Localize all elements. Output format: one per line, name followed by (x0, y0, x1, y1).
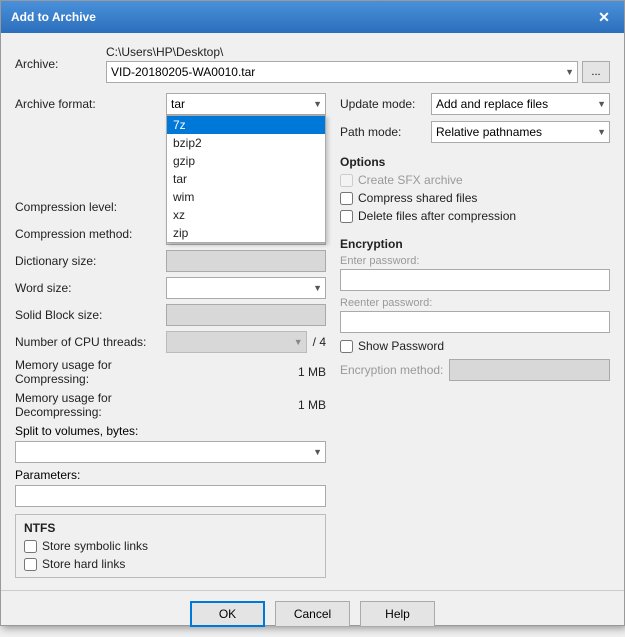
mem-compress-row: Memory usage for Compressing: 1 MB (15, 358, 326, 386)
compress-shared-row: Compress shared files (340, 191, 610, 205)
format-option-zip[interactable]: zip (167, 224, 325, 242)
compression-method-label: Compression method: (15, 227, 160, 241)
dialog-footer: OK Cancel Help (1, 590, 624, 637)
encryption-title: Encryption (340, 237, 610, 251)
format-option-gzip[interactable]: gzip (167, 152, 325, 170)
mem-compress-value: 1 MB (298, 365, 326, 379)
split-row: Split to volumes, bytes: (15, 424, 326, 463)
cpu-label: Number of CPU threads: (15, 335, 160, 349)
format-option-7z[interactable]: 7z (167, 116, 325, 134)
delete-after-checkbox[interactable] (340, 210, 353, 223)
archive-row: Archive: C:\Users\HP\Desktop\ VID-201802… (15, 45, 610, 83)
update-mode-row: Update mode: Add and replace files Updat… (340, 93, 610, 115)
path-mode-select[interactable]: Relative pathnames Absolute pathnames No… (431, 121, 610, 143)
solid-label: Solid Block size: (15, 308, 160, 322)
dict-size-disabled (166, 250, 326, 272)
format-option-wim[interactable]: wim (167, 188, 325, 206)
enc-method-row: Encryption method: (340, 359, 610, 381)
word-size-row: Word size: (15, 277, 326, 299)
left-panel: Archive format: tar 7z bzip2 gzip tar wi… (15, 93, 326, 578)
dialog-body: Archive: C:\Users\HP\Desktop\ VID-201802… (1, 33, 624, 590)
word-size-label: Word size: (15, 281, 160, 295)
sfx-label: Create SFX archive (358, 173, 463, 187)
dialog-container: Add to Archive ✕ Archive: C:\Users\HP\De… (0, 0, 625, 626)
compression-level-label: Compression level: (15, 200, 160, 214)
show-password-checkbox[interactable] (340, 340, 353, 353)
compress-shared-checkbox[interactable] (340, 192, 353, 205)
hard-links-checkbox[interactable] (24, 558, 37, 571)
sym-links-row: Store symbolic links (24, 539, 317, 553)
cpu-row: Number of CPU threads: / 4 (15, 331, 326, 353)
params-label: Parameters: (15, 468, 326, 482)
mem-decompress-row: Memory usage for Decompressing: 1 MB (15, 391, 326, 419)
split-label: Split to volumes, bytes: (15, 424, 326, 438)
sym-links-checkbox[interactable] (24, 540, 37, 553)
params-row: Parameters: (15, 468, 326, 507)
password-label: Enter password: (340, 255, 610, 267)
mem-decompress-value: 1 MB (298, 398, 326, 412)
encryption-section: Encryption Enter password: Reenter passw… (340, 237, 610, 381)
sym-links-label: Store symbolic links (42, 539, 148, 553)
mem-compress-label: Memory usage for Compressing: (15, 358, 160, 386)
solid-disabled (166, 304, 326, 326)
show-password-label: Show Password (358, 339, 444, 353)
cancel-button[interactable]: Cancel (275, 601, 350, 627)
show-password-row: Show Password (340, 339, 610, 353)
mem-decompress-label: Memory usage for Decompressing: (15, 391, 160, 419)
format-option-tar[interactable]: tar (167, 170, 325, 188)
ntfs-group: NTFS Store symbolic links Store hard lin… (15, 514, 326, 578)
format-select-container: tar 7z bzip2 gzip tar wim xz zip (166, 93, 326, 115)
delete-after-row: Delete files after compression (340, 209, 610, 223)
archive-path-line1: C:\Users\HP\Desktop\ (106, 45, 610, 59)
path-mode-label: Path mode: (340, 125, 425, 139)
archive-path-select[interactable]: VID-20180205-WA0010.tar (106, 61, 578, 83)
path-mode-select-wrapper: Relative pathnames Absolute pathnames No… (431, 121, 610, 143)
options-section: Options Create SFX archive Compress shar… (340, 155, 610, 223)
hard-links-row: Store hard links (24, 557, 317, 571)
format-display-value[interactable]: tar (166, 93, 326, 115)
cpu-select[interactable] (166, 331, 307, 353)
ntfs-title: NTFS (24, 521, 317, 535)
close-button[interactable]: ✕ (594, 7, 614, 27)
format-label: Archive format: (15, 97, 160, 111)
enc-method-select (449, 359, 610, 381)
sfx-checkbox[interactable] (340, 174, 353, 187)
dialog-title: Add to Archive (11, 10, 96, 24)
params-input[interactable] (15, 485, 326, 507)
dict-size-row: Dictionary size: (15, 250, 326, 272)
archive-label: Archive: (15, 57, 100, 71)
split-select[interactable] (15, 441, 326, 463)
update-mode-label: Update mode: (340, 97, 425, 111)
word-size-control (166, 277, 326, 299)
path-mode-row: Path mode: Relative pathnames Absolute p… (340, 121, 610, 143)
reenter-input[interactable] (340, 311, 610, 333)
update-mode-select[interactable]: Add and replace files Update and add fil… (431, 93, 610, 115)
main-content: Archive format: tar 7z bzip2 gzip tar wi… (15, 93, 610, 578)
options-title: Options (340, 155, 610, 169)
format-option-xz[interactable]: xz (167, 206, 325, 224)
format-row: Archive format: tar 7z bzip2 gzip tar wi… (15, 93, 326, 115)
format-option-bzip2[interactable]: bzip2 (167, 134, 325, 152)
password-input[interactable] (340, 269, 610, 291)
cpu-select-wrapper (166, 331, 307, 353)
hard-links-label: Store hard links (42, 557, 125, 571)
help-button[interactable]: Help (360, 601, 435, 627)
compress-shared-label: Compress shared files (358, 191, 477, 205)
ok-button[interactable]: OK (190, 601, 265, 627)
right-panel: Update mode: Add and replace files Updat… (340, 93, 610, 578)
browse-button[interactable]: ... (582, 61, 610, 83)
format-dropdown: 7z bzip2 gzip tar wim xz zip (166, 115, 326, 243)
solid-row: Solid Block size: (15, 304, 326, 326)
sfx-row: Create SFX archive (340, 173, 610, 187)
delete-after-label: Delete files after compression (358, 209, 516, 223)
enc-method-label: Encryption method: (340, 363, 443, 377)
dict-size-label: Dictionary size: (15, 254, 160, 268)
cpu-threads-value: / 4 (313, 335, 326, 349)
split-select-wrapper (15, 441, 326, 463)
reenter-label: Reenter password: (340, 297, 610, 309)
title-bar: Add to Archive ✕ (1, 1, 624, 33)
update-mode-select-wrapper: Add and replace files Update and add fil… (431, 93, 610, 115)
word-size-select[interactable] (166, 277, 326, 299)
